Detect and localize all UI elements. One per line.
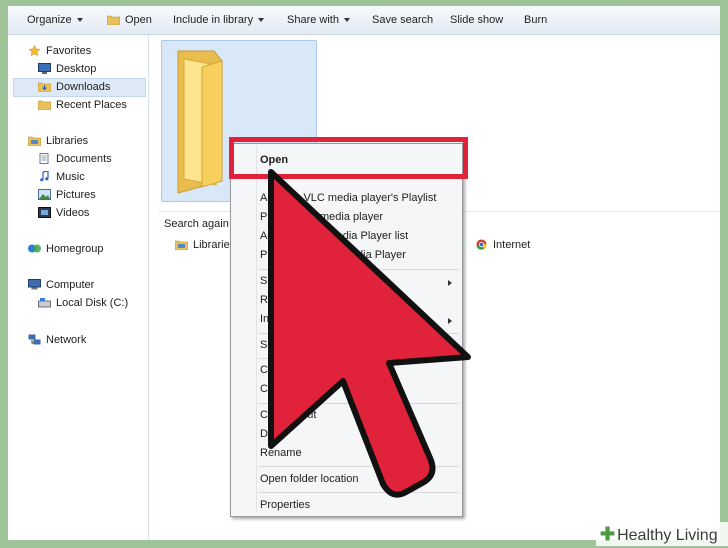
brand-name: Healthy Living	[617, 527, 718, 544]
plus-logo-icon: ✚	[600, 524, 616, 544]
pointer-arrow-graphic	[268, 169, 471, 498]
healthy-living-logo: ✚ Healthy Living	[596, 522, 728, 546]
